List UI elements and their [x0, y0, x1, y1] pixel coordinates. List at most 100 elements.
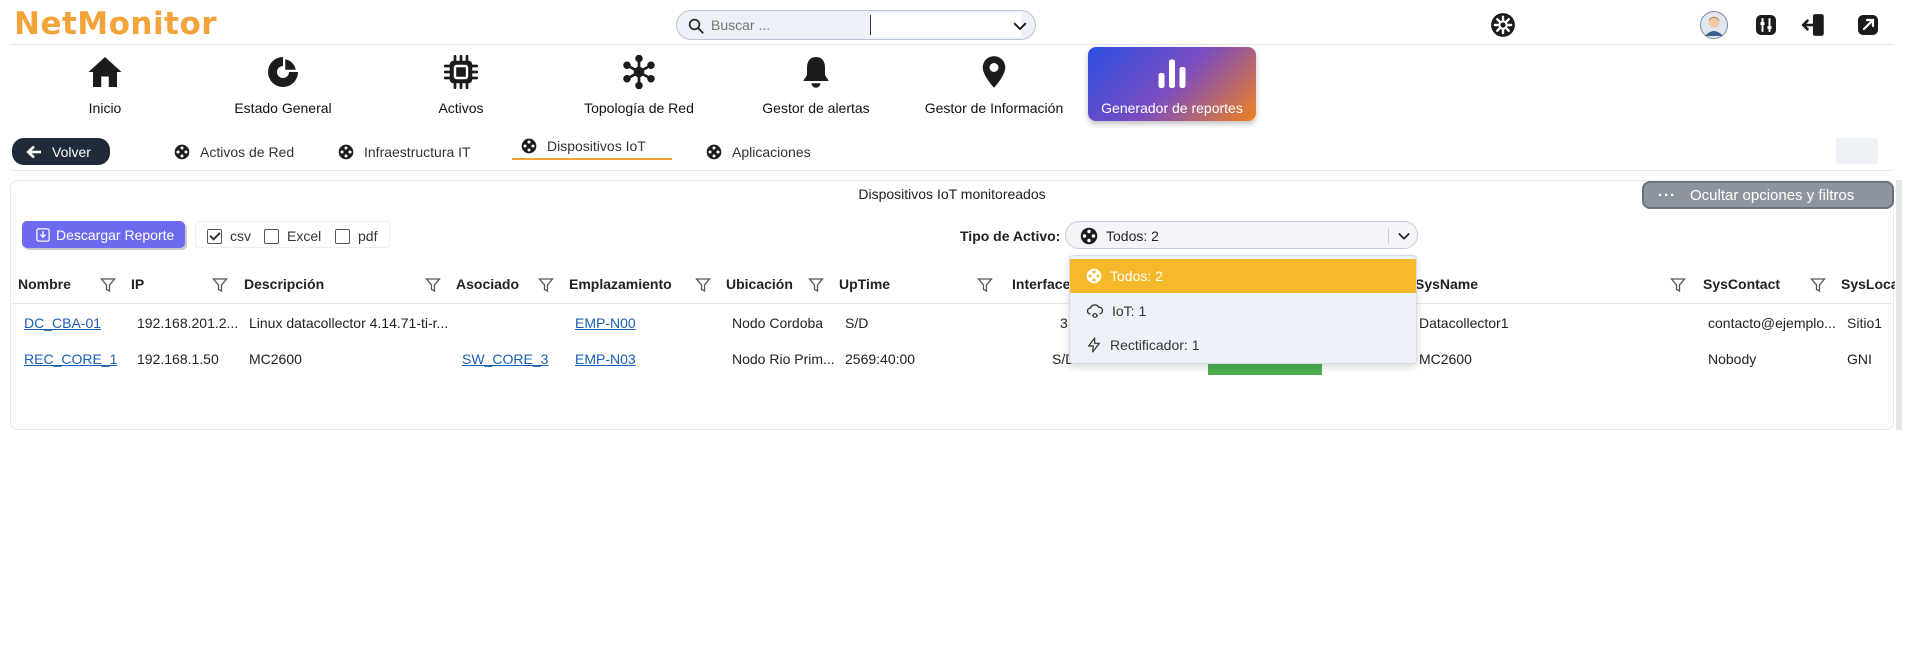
nav-item-generador-reportes[interactable]: Generador de reportes [1088, 47, 1256, 121]
dropdown-option-label: IoT: 1 [1112, 303, 1147, 319]
search-scope-select[interactable] [871, 13, 1021, 37]
column-header-asociado[interactable]: Asociado [456, 276, 519, 292]
search-box[interactable] [676, 10, 1036, 40]
tab-label: Dispositivos IoT [547, 138, 646, 154]
subnav-divider [10, 170, 1894, 171]
download-report-button[interactable]: Descargar Reporte [22, 221, 185, 248]
column-header-ubicacion[interactable]: Ubicación [726, 276, 793, 292]
dropdown-option-iot[interactable]: IoT: 1 [1070, 294, 1416, 328]
search-input[interactable] [711, 15, 891, 35]
column-header-ip[interactable]: IP [131, 276, 144, 292]
gear-icon[interactable] [1489, 11, 1517, 39]
map-pin-icon [982, 56, 1006, 88]
network-icon [1080, 227, 1098, 245]
toggle-options-button[interactable]: ··· Ocultar opciones y filtros [1642, 181, 1894, 209]
checkbox-excel[interactable]: Excel [264, 228, 321, 244]
network-icon [623, 54, 655, 90]
cell-uptime: 2569:40:00 [845, 351, 916, 367]
dropdown-option-label: Todos: 2 [1110, 268, 1163, 284]
column-header-descripcion[interactable]: Descripción [244, 276, 324, 292]
cell-syscontact: contacto@ejemplo... [1708, 315, 1836, 331]
cell-uptime: S/D [845, 315, 869, 331]
bolt-icon [1088, 337, 1100, 353]
asset-type-select[interactable]: Todos: 2 [1065, 221, 1418, 249]
nav-item-gestor-alertas[interactable]: Gestor de alertas [731, 50, 901, 122]
nav-item-label: Gestor de alertas [762, 100, 870, 116]
checkbox-pdf[interactable]: pdf [335, 228, 377, 244]
column-header-sysname[interactable]: SysName [1415, 276, 1478, 292]
filter-icon[interactable] [538, 277, 554, 293]
nav-item-activos[interactable]: Activos [376, 50, 546, 122]
asset-type-value: Todos: 2 [1106, 228, 1159, 244]
tab-label: Aplicaciones [732, 144, 811, 160]
column-header-uptime[interactable]: UpTime [839, 276, 890, 292]
column-header-syscontact[interactable]: SysContact [1703, 276, 1780, 292]
nav-item-label: Generador de reportes [1101, 100, 1243, 116]
pie-chart-icon [268, 56, 299, 87]
cell-ubicacion: Nodo Rio Prim... [732, 351, 835, 367]
chevron-down-icon[interactable] [1396, 228, 1412, 244]
column-header-nombre[interactable]: Nombre [18, 276, 71, 292]
filter-icon[interactable] [212, 277, 228, 293]
tab-activos-de-red[interactable]: Activos de Red [174, 140, 294, 164]
cell-nombre[interactable]: REC_CORE_1 [24, 351, 117, 367]
filter-icon[interactable] [695, 277, 711, 293]
network-icon [706, 144, 722, 160]
cell-ip: 192.168.1.50 [137, 351, 219, 367]
filter-icon[interactable] [100, 277, 116, 293]
dropdown-option-rectificador[interactable]: Rectificador: 1 [1070, 328, 1416, 362]
cell-interfaces: 3 [1060, 315, 1068, 331]
filter-icon[interactable] [977, 277, 993, 293]
column-header-syslocation[interactable]: SysLocation [1841, 276, 1895, 292]
asset-type-dropdown: Todos: 2 IoT: 1 Rectificador: 1 [1069, 255, 1417, 364]
checkbox-box[interactable] [207, 228, 222, 244]
cell-syscontact: Nobody [1708, 351, 1757, 367]
user-avatar[interactable] [1700, 11, 1728, 39]
logout-icon[interactable] [1800, 11, 1828, 39]
cell-asociado[interactable]: SW_CORE_3 [462, 351, 548, 367]
nav-item-topologia[interactable]: Topología de Red [554, 50, 724, 122]
column-header-interfaces[interactable]: Interfaces [1012, 276, 1072, 292]
filter-icon[interactable] [1810, 277, 1826, 293]
dropdown-option-todos[interactable]: Todos: 2 [1070, 259, 1416, 293]
app-logo[interactable]: NetMonitor [14, 6, 217, 42]
checkbox-box[interactable] [335, 228, 350, 244]
arrow-left-icon [26, 145, 41, 158]
download-report-label: Descargar Reporte [56, 226, 175, 243]
tab-dispositivos-iot[interactable]: Dispositivos IoT [512, 136, 672, 160]
cell-nombre[interactable]: DC_CBA-01 [24, 315, 101, 331]
network-icon [338, 144, 354, 160]
nav-item-label: Inicio [88, 100, 122, 116]
cell-sysname: Datacollector1 [1419, 315, 1509, 331]
checkbox-box[interactable] [264, 228, 279, 244]
nav-item-estado-general[interactable]: Estado General [198, 50, 368, 122]
checkbox-csv[interactable]: csv [207, 228, 251, 244]
cell-emplazamiento[interactable]: EMP-N00 [575, 315, 636, 331]
table-header-divider [10, 303, 1894, 304]
cell-descripcion: Linux datacollector 4.14.71-ti-r... [249, 315, 449, 331]
nav-item-label: Estado General [234, 100, 332, 116]
filter-icon[interactable] [425, 277, 441, 293]
filter-icon[interactable] [808, 277, 824, 293]
select-divider [1388, 228, 1389, 244]
back-button[interactable]: Volver [12, 138, 110, 165]
filter-icon[interactable] [1670, 277, 1686, 293]
home-icon [88, 57, 122, 87]
sliders-icon[interactable] [1752, 11, 1780, 39]
cell-emplazamiento[interactable]: EMP-N03 [575, 351, 636, 367]
nav-item-gestor-informacion[interactable]: Gestor de Información [909, 50, 1079, 122]
nav-item-inicio[interactable]: Inicio [20, 50, 190, 122]
vertical-scrollbar[interactable] [1896, 180, 1902, 430]
bar-chart-icon [1158, 59, 1186, 88]
tab-aplicaciones[interactable]: Aplicaciones [706, 140, 811, 164]
external-link-icon[interactable] [1854, 11, 1882, 39]
download-icon [36, 227, 50, 242]
subnav-extra-button[interactable] [1836, 138, 1878, 164]
checkbox-label: pdf [358, 228, 378, 244]
header-divider [10, 44, 1894, 45]
chevron-down-icon[interactable] [1011, 17, 1029, 35]
checkbox-label: csv [230, 228, 251, 244]
dots-icon: ··· [1658, 186, 1676, 204]
column-header-emplazamiento[interactable]: Emplazamiento [569, 276, 672, 292]
tab-infraestructura-it[interactable]: Infraestructura IT [338, 140, 471, 164]
